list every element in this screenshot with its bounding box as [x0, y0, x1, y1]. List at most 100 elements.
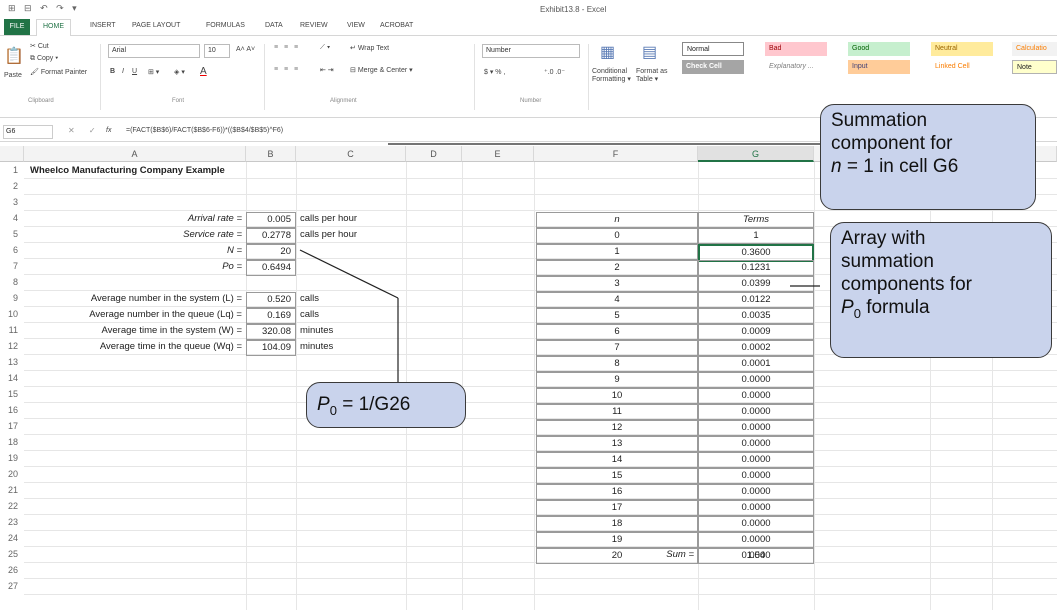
conditional-formatting-button[interactable]: Conditional Formatting ▾ — [592, 68, 632, 84]
borders-icon[interactable]: ⊞ ▾ — [148, 68, 159, 76]
tab-insert[interactable]: INSERT — [90, 22, 116, 29]
wq-label[interactable]: Average time in the queue (Wq) = — [30, 340, 242, 354]
n-cell[interactable]: 0 — [536, 228, 698, 244]
arrival-rate-value[interactable]: 0.005 — [246, 212, 296, 228]
tab-file[interactable]: FILE — [4, 19, 30, 35]
arrival-rate-label[interactable]: Arrival rate = — [30, 212, 242, 226]
vertical-align-icons[interactable]: ≡ ≡ ≡ — [274, 44, 300, 51]
column-header-c[interactable]: C — [296, 146, 406, 162]
sum-label[interactable]: Sum = — [536, 548, 694, 562]
format-as-table-button[interactable]: Format as Table ▾ — [636, 68, 672, 84]
term-cell[interactable]: 0.0001 — [698, 356, 814, 372]
style-normal[interactable]: Normal — [682, 42, 744, 56]
tab-data[interactable]: DATA — [265, 22, 283, 29]
n-cell[interactable]: 8 — [536, 356, 698, 372]
name-box[interactable]: G6 — [3, 125, 53, 139]
formula-input[interactable]: =(FACT($B$6)/FACT($B$6-F6))*(($B$4/$B$5)… — [126, 127, 283, 134]
copy-button[interactable]: ⧉ Copy ▾ — [30, 55, 58, 63]
term-cell[interactable]: 0.0000 — [698, 388, 814, 404]
fill-color-icon[interactable]: ◈ ▾ — [174, 68, 185, 76]
n-cell[interactable]: 1 — [536, 244, 698, 260]
n-label[interactable]: N = — [30, 244, 242, 258]
orientation-icon[interactable]: ⟋ ▾ — [320, 44, 330, 52]
term-cell[interactable]: 0.0002 — [698, 340, 814, 356]
column-header-b[interactable]: B — [246, 146, 296, 162]
wq-value[interactable]: 104.09 — [246, 340, 296, 356]
n-cell[interactable]: 4 — [536, 292, 698, 308]
term-cell[interactable]: 0.0009 — [698, 324, 814, 340]
style-check-cell[interactable]: Check Cell — [682, 60, 744, 74]
n-cell[interactable]: 3 — [536, 276, 698, 292]
style-neutral[interactable]: Neutral — [931, 42, 993, 56]
term-cell[interactable]: 0.0000 — [698, 500, 814, 516]
l-value[interactable]: 0.520 — [246, 292, 296, 308]
service-rate-label[interactable]: Service rate = — [30, 228, 242, 242]
row-header[interactable]: 18 — [0, 437, 24, 447]
row-header[interactable]: 5 — [0, 229, 24, 239]
row-header[interactable]: 27 — [0, 581, 24, 591]
style-input[interactable]: Input — [848, 60, 910, 74]
sum-value[interactable]: 1.54 — [698, 548, 814, 564]
merge-center-button[interactable]: ⊟ Merge & Center ▾ — [350, 66, 413, 74]
service-rate-unit[interactable]: calls per hour — [300, 228, 357, 242]
paste-icon[interactable]: 📋 — [4, 46, 24, 66]
row-header[interactable]: 23 — [0, 517, 24, 527]
font-color-icon[interactable]: A — [200, 66, 207, 77]
tab-review[interactable]: REVIEW — [300, 22, 328, 29]
n-cell[interactable]: 18 — [536, 516, 698, 532]
format-as-table-icon[interactable]: ▤ — [642, 42, 657, 62]
wrap-text-button[interactable]: ↵ Wrap Text — [350, 44, 389, 52]
conditional-formatting-icon[interactable]: ▦ — [600, 42, 615, 62]
column-header-a[interactable]: A — [24, 146, 246, 162]
horizontal-align-icons[interactable]: ≡ ≡ ≡ — [274, 66, 300, 73]
tab-home[interactable]: HOME — [36, 19, 71, 37]
n-cell[interactable]: 16 — [536, 484, 698, 500]
term-cell[interactable]: 0.0000 — [698, 436, 814, 452]
bold-button[interactable]: B — [110, 68, 115, 75]
style-good[interactable]: Good — [848, 42, 910, 56]
n-cell[interactable]: 6 — [536, 324, 698, 340]
n-cell[interactable]: 9 — [536, 372, 698, 388]
term-cell[interactable]: 1 — [698, 228, 814, 244]
cancel-enter-icons[interactable]: ✕ ✓ — [68, 126, 102, 135]
number-format-select[interactable]: Number — [482, 44, 580, 58]
w-value[interactable]: 320.08 — [246, 324, 296, 340]
row-header[interactable]: 13 — [0, 357, 24, 367]
column-header-e[interactable]: E — [462, 146, 534, 162]
row-header[interactable]: 17 — [0, 421, 24, 431]
style-explanatory[interactable]: Explanatory ... — [765, 60, 827, 74]
row-header[interactable]: 2 — [0, 181, 24, 191]
term-cell[interactable]: 0.0035 — [698, 308, 814, 324]
term-cell[interactable]: 0.0000 — [698, 484, 814, 500]
lq-label[interactable]: Average number in the queue (Lq) = — [30, 308, 242, 322]
underline-button[interactable]: U — [132, 68, 137, 75]
term-cell[interactable]: 0.0000 — [698, 404, 814, 420]
row-header[interactable]: 7 — [0, 261, 24, 271]
tab-page-layout[interactable]: PAGE LAYOUT — [132, 22, 180, 29]
row-header[interactable]: 6 — [0, 245, 24, 255]
row-header[interactable]: 25 — [0, 549, 24, 559]
tab-acrobat[interactable]: ACROBAT — [380, 22, 413, 29]
row-header[interactable]: 4 — [0, 213, 24, 223]
term-cell[interactable]: 0.0399 — [698, 276, 814, 292]
term-cell[interactable]: 0.0122 — [698, 292, 814, 308]
row-header[interactable]: 1 — [0, 165, 24, 175]
term-cell[interactable]: 0.1231 — [698, 260, 814, 276]
row-header[interactable]: 20 — [0, 469, 24, 479]
row-header[interactable]: 21 — [0, 485, 24, 495]
select-all-corner[interactable] — [0, 146, 24, 162]
n-cell[interactable]: 11 — [536, 404, 698, 420]
row-header[interactable]: 10 — [0, 309, 24, 319]
row-header[interactable]: 12 — [0, 341, 24, 351]
n-value[interactable]: 20 — [246, 244, 296, 260]
term-cell[interactable]: 0.0000 — [698, 532, 814, 548]
style-linked-cell[interactable]: Linked Cell — [931, 60, 993, 74]
row-header[interactable]: 9 — [0, 293, 24, 303]
tab-view[interactable]: VIEW — [347, 22, 365, 29]
tab-formulas[interactable]: FORMULAS — [206, 22, 245, 29]
n-column-header[interactable]: n — [536, 212, 698, 228]
row-header[interactable]: 8 — [0, 277, 24, 287]
n-cell[interactable]: 10 — [536, 388, 698, 404]
insert-function-icon[interactable]: fx — [106, 127, 111, 134]
column-header-d[interactable]: D — [406, 146, 462, 162]
